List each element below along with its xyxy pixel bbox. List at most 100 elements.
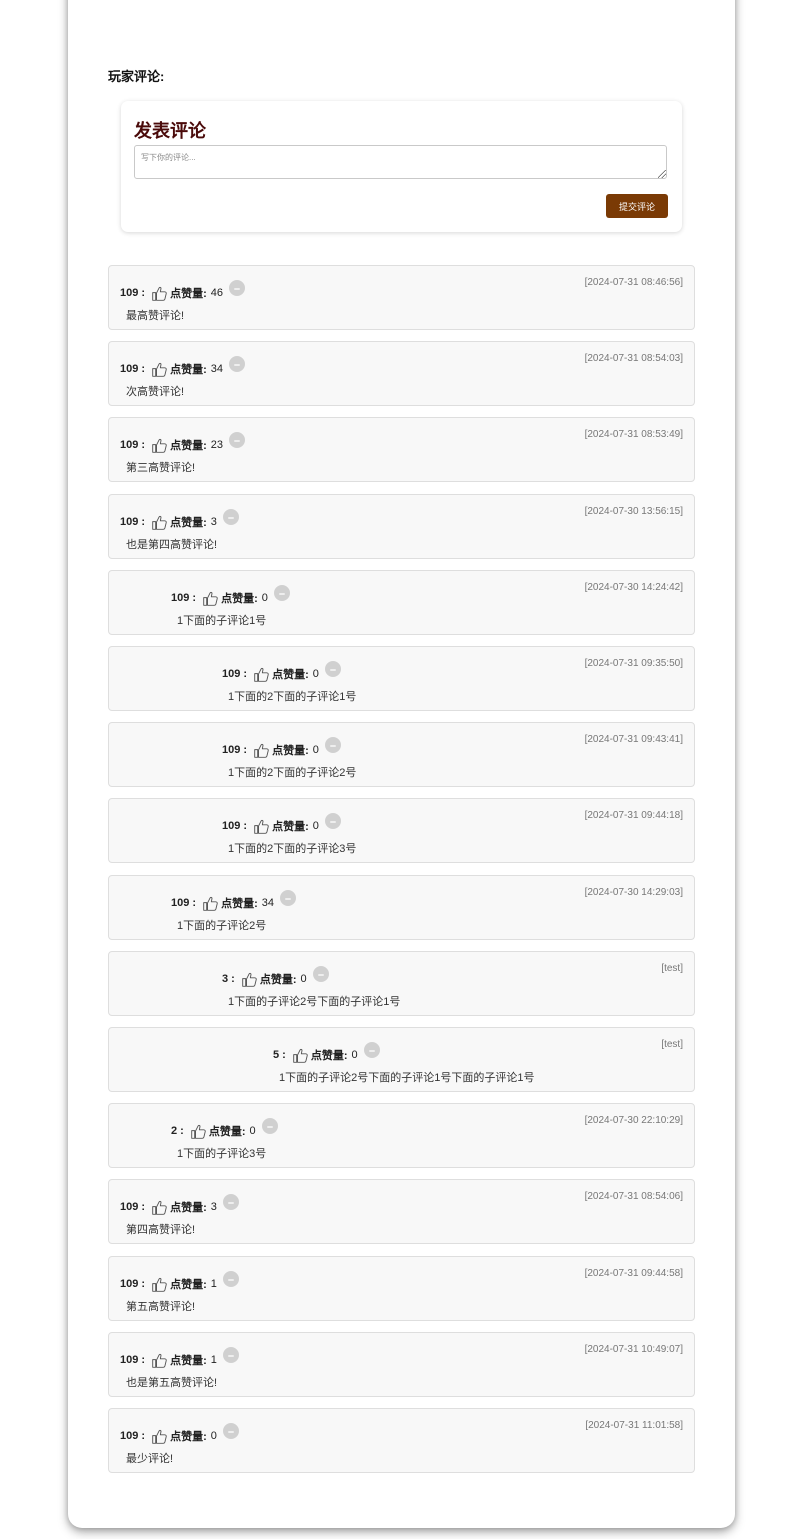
comment-card: 109 : 点赞量: 0 最少评论! [2024-07-31 11:01:58] [108,1408,695,1473]
like-count: 3 [210,1201,217,1213]
like-count: 0 [210,1430,217,1442]
comment-input[interactable] [134,145,667,179]
like-count-label: 点赞量: [272,821,309,833]
thumbs-up-icon[interactable] [241,971,258,988]
reply-avatar-icon[interactable] [229,280,245,296]
comment-username: 109 : [120,516,146,528]
reply-avatar-icon[interactable] [222,1271,239,1287]
comment-username: 109 : [222,668,248,680]
thumbs-up-icon[interactable] [151,285,168,302]
comment-text: 1下面的2下面的子评论3号 [228,843,357,855]
reply-avatar-icon[interactable] [222,1423,239,1439]
like-count: 0 [312,820,319,832]
reply-avatar-icon[interactable] [324,661,341,677]
like-count: 0 [300,973,307,985]
comment-card: 109 : 点赞量: 0 1下面的2下面的子评论3号 [2024-07-31 09:44… [108,798,695,863]
like-count: 0 [249,1125,256,1137]
comment-timestamp: [test] [661,963,683,974]
comment-timestamp: [2024-07-30 14:24:42] [584,582,683,593]
reply-avatar-icon[interactable] [324,813,341,829]
comment-timestamp: [2024-07-31 08:46:56] [584,277,683,288]
thumbs-up-icon[interactable] [151,514,168,531]
comment-header: 109 : 点赞量: 0 [222,737,341,760]
reply-avatar-icon[interactable] [222,509,239,525]
submit-comment-button[interactable]: 提交评论 [606,194,668,218]
comment-text: 最高赞评论! [126,310,185,322]
comment-timestamp: [2024-07-31 09:43:41] [584,734,683,745]
comment-card: 109 : 点赞量: 34 1下面的子评论2号 [2024-07-30 14:29:03… [108,875,695,940]
like-count-label: 点赞量: [272,745,309,757]
like-count-label: 点赞量: [221,593,258,605]
comment-header: 109 : 点赞量: 0 [120,1423,239,1446]
comment-header: 109 : 点赞量: 3 [120,1194,239,1217]
thumbs-up-icon[interactable] [253,666,270,683]
like-count-label: 点赞量: [170,288,207,300]
comment-username: 109 : [120,439,146,451]
thumbs-up-icon[interactable] [202,590,219,607]
comment-header: 3 : 点赞量: 0 [222,966,329,989]
comment-card: 2 : 点赞量: 0 1下面的子评论3号 [2024-07-30 22:10:29] [108,1103,695,1168]
comment-header: 109 : 点赞量: 0 [222,813,341,836]
comment-header: 5 : 点赞量: 0 [273,1042,380,1065]
comment-text: 1下面的子评论2号下面的子评论1号下面的子评论1号 [279,1072,535,1084]
like-count-label: 点赞量: [170,1202,207,1214]
like-count-label: 点赞量: [170,440,207,452]
like-count: 1 [210,1354,217,1366]
comment-timestamp: [2024-07-31 08:54:03] [584,353,683,364]
comment-timestamp: [2024-07-30 13:56:15] [584,506,683,517]
reply-avatar-icon[interactable] [222,1194,239,1210]
comment-card: 109 : 点赞量: 34 次高赞评论! [2024-07-31 08:54:03] [108,341,695,406]
thumbs-up-icon[interactable] [253,818,270,835]
thumbs-up-icon[interactable] [190,1123,207,1140]
like-count-label: 点赞量: [221,898,258,910]
comment-timestamp: [2024-07-31 09:44:18] [584,810,683,821]
comment-text: 1下面的2下面的子评论1号 [228,691,357,703]
comment-card: 109 : 点赞量: 0 1下面的子评论1号 [2024-07-30 14:24:42] [108,570,695,635]
thumbs-up-icon[interactable] [151,1352,168,1369]
thumbs-up-icon[interactable] [151,361,168,378]
resize-handle-icon[interactable] [658,170,666,178]
comment-header: 2 : 点赞量: 0 [171,1118,278,1141]
reply-avatar-icon[interactable] [229,356,245,372]
comment-timestamp: [2024-07-31 09:35:50] [584,658,683,669]
like-count-label: 点赞量: [170,1431,207,1443]
comment-timestamp: [test] [661,1039,683,1050]
comment-username: 109 : [171,897,197,909]
comment-username: 5 : [273,1049,286,1061]
comment-card: 109 : 点赞量: 3 也是第四高赞评论! [2024-07-30 13:56:15] [108,494,695,559]
reply-avatar-icon[interactable] [312,966,329,982]
reply-avatar-icon[interactable] [261,1118,278,1134]
thumbs-up-icon[interactable] [292,1047,309,1064]
comment-username: 109 : [222,744,248,756]
thumbs-up-icon[interactable] [253,742,270,759]
composer-title: 发表评论 [134,121,206,141]
thumbs-up-icon[interactable] [151,1199,168,1216]
comment-text: 第四高赞评论! [126,1224,196,1236]
like-count: 0 [351,1049,358,1061]
reply-avatar-icon[interactable] [363,1042,380,1058]
thumbs-up-icon[interactable] [202,895,219,912]
comment-header: 109 : 点赞量: 34 [171,890,296,913]
thumbs-up-icon[interactable] [151,1276,168,1293]
comment-card: 3 : 点赞量: 0 1下面的子评论2号下面的子评论1号 [test] [108,951,695,1016]
reply-avatar-icon[interactable] [280,890,296,906]
comment-timestamp: [2024-07-31 10:49:07] [584,1344,683,1355]
thumbs-up-icon[interactable] [151,1428,168,1445]
reply-avatar-icon[interactable] [324,737,341,753]
reply-avatar-icon[interactable] [273,585,290,601]
comment-username: 109 : [120,1201,146,1213]
comment-username: 109 : [120,287,146,299]
thumbs-up-icon[interactable] [151,437,168,454]
comment-text: 次高赞评论! [126,386,185,398]
like-count-label: 点赞量: [170,1279,207,1291]
comment-username: 109 : [171,592,197,604]
comment-header: 109 : 点赞量: 34 [120,356,245,379]
like-count-label: 点赞量: [170,517,207,529]
like-count: 0 [312,744,319,756]
comment-username: 109 : [120,1278,146,1290]
comment-header: 109 : 点赞量: 1 [120,1347,239,1370]
comment-text: 第三高赞评论! [126,462,196,474]
reply-avatar-icon[interactable] [222,1347,239,1363]
comment-card: 109 : 点赞量: 1 第五高赞评论! [2024-07-31 09:44:58] [108,1256,695,1321]
reply-avatar-icon[interactable] [229,432,245,448]
